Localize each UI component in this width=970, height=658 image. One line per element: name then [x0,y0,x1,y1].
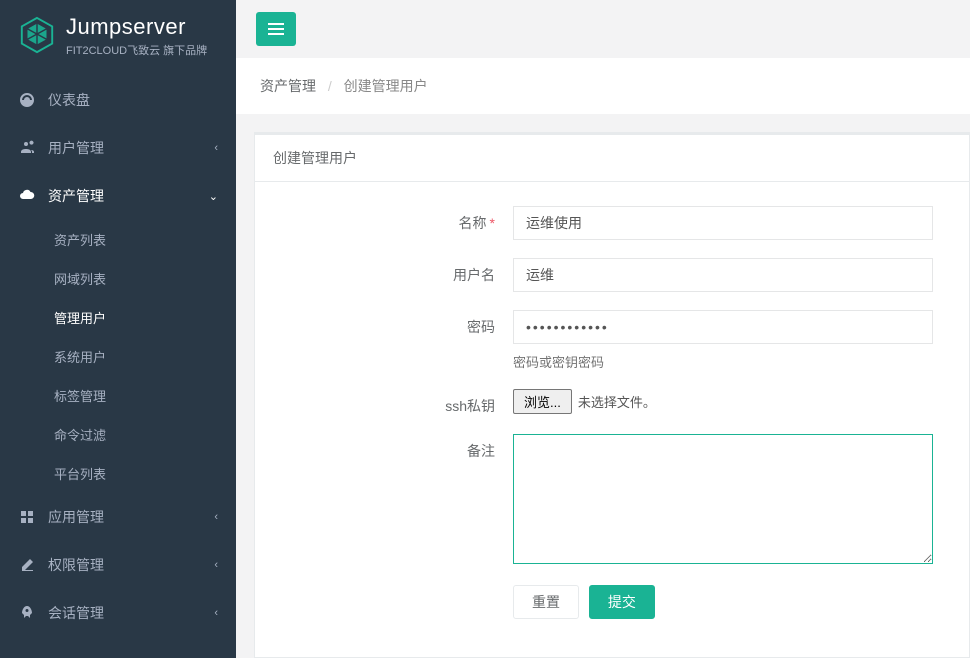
hamburger-button[interactable] [256,12,296,46]
password-input[interactable] [513,310,933,344]
comment-textarea[interactable] [513,434,933,564]
main-area: 资产管理 / 创建管理用户 创建管理用户 名称* 用户名 [236,0,970,658]
name-input[interactable] [513,206,933,240]
label-password: 密码 [273,310,513,337]
breadcrumb-root[interactable]: 资产管理 [260,78,316,94]
users-icon [18,140,36,156]
row-password: 密码 密码或密钥密码 [273,310,951,371]
subnav-domain-list[interactable]: 网域列表 [0,259,236,298]
sidebar-item-apps[interactable]: 应用管理 ‹ [0,493,236,541]
label-comment: 备注 [273,434,513,461]
chevron-down-icon: ⌄ [209,190,218,203]
form-actions: 重置 提交 [273,585,951,619]
nav-label: 应用管理 [48,507,214,527]
breadcrumb: 资产管理 / 创建管理用户 [236,58,970,114]
nav-label: 会话管理 [48,603,214,623]
sidebar: Jumpserver FIT2CLOUD飞致云 旗下品牌 仪表盘 用户管理 ‹ [0,0,236,658]
logo-area: Jumpserver FIT2CLOUD飞致云 旗下品牌 [0,0,236,68]
logo-icon [18,16,56,54]
grid-icon [18,509,36,525]
form-panel: 创建管理用户 名称* 用户名 密码 [254,132,970,658]
username-input[interactable] [513,258,933,292]
label-username: 用户名 [273,258,513,285]
file-browse-button[interactable]: 浏览... [513,389,572,414]
panel-body: 名称* 用户名 密码 密码或密钥密码 [255,182,969,643]
row-sshkey: ssh私钥 浏览... 未选择文件。 [273,389,951,416]
row-username: 用户名 [273,258,951,292]
dashboard-icon [18,92,36,108]
brand-subtitle: FIT2CLOUD飞致云 旗下品牌 [66,42,207,58]
reset-button[interactable]: 重置 [513,585,579,619]
brand-title: Jumpserver [66,14,207,40]
nav-label: 权限管理 [48,555,214,575]
label-sshkey: ssh私钥 [273,389,513,416]
submit-button[interactable]: 提交 [589,585,655,619]
subnav-admin-user[interactable]: 管理用户 [0,298,236,337]
cloud-icon [18,188,36,204]
assets-subnav: 资产列表 网域列表 管理用户 系统用户 标签管理 命令过滤 平台列表 [0,220,236,493]
main-nav: 仪表盘 用户管理 ‹ 资产管理 ⌄ 资产列表 网域列表 管理用户 系统用 [0,76,236,637]
sidebar-item-assets[interactable]: 资产管理 ⌄ [0,172,236,220]
row-comment: 备注 [273,434,951,567]
sidebar-item-sessions[interactable]: 会话管理 ‹ [0,589,236,637]
subnav-platform-list[interactable]: 平台列表 [0,454,236,493]
nav-label: 仪表盘 [48,90,218,110]
sidebar-item-users[interactable]: 用户管理 ‹ [0,124,236,172]
file-status: 未选择文件。 [578,392,656,411]
password-help: 密码或密钥密码 [513,352,951,371]
breadcrumb-current: 创建管理用户 [344,78,428,94]
rocket-icon [18,605,36,621]
chevron-left-icon: ‹ [214,511,218,523]
chevron-left-icon: ‹ [214,142,218,154]
breadcrumb-sep: / [320,78,340,94]
chevron-left-icon: ‹ [214,559,218,571]
subnav-cmd-filter[interactable]: 命令过滤 [0,415,236,454]
row-name: 名称* [273,206,951,240]
panel-title: 创建管理用户 [255,135,969,182]
subnav-asset-list[interactable]: 资产列表 [0,220,236,259]
sidebar-item-dashboard[interactable]: 仪表盘 [0,76,236,124]
subnav-system-user[interactable]: 系统用户 [0,337,236,376]
subnav-label-mgmt[interactable]: 标签管理 [0,376,236,415]
hamburger-icon [268,20,284,38]
nav-label: 资产管理 [48,186,209,206]
label-name: 名称* [273,206,513,233]
chevron-left-icon: ‹ [214,607,218,619]
sidebar-item-perms[interactable]: 权限管理 ‹ [0,541,236,589]
topbar [236,0,970,58]
required-mark: * [490,215,495,231]
edit-icon [18,557,36,573]
nav-label: 用户管理 [48,138,214,158]
